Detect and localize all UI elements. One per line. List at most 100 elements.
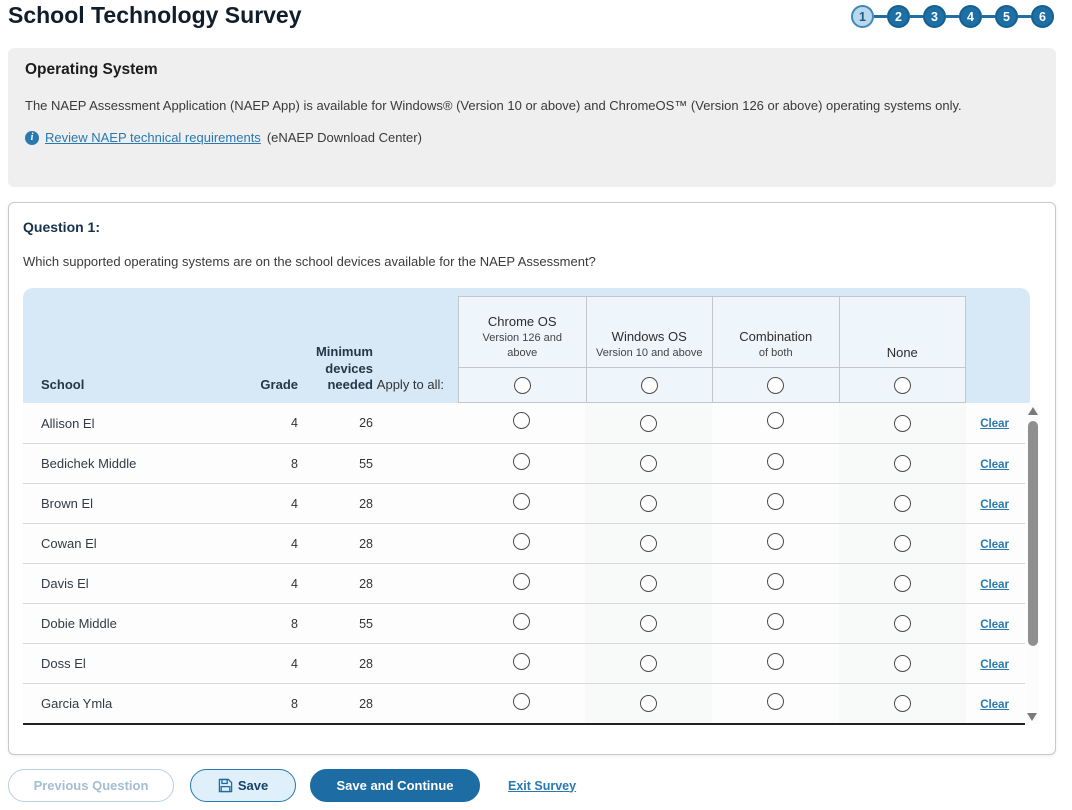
scrollbar-up-arrow-icon[interactable] — [1028, 407, 1038, 415]
row-radio-option-1[interactable] — [513, 693, 530, 710]
apply-to-all-label: Apply to all: — [373, 377, 444, 393]
row-radio-option-2[interactable] — [640, 535, 657, 552]
operating-system-panel: Operating System The NAEP Assessment App… — [8, 48, 1056, 187]
grade-cell: 8 — [238, 697, 298, 711]
scrollbar-down-arrow-icon[interactable] — [1027, 713, 1037, 721]
scrollbar-thumb[interactable] — [1028, 421, 1038, 646]
clear-link[interactable]: Clear — [980, 579, 1009, 591]
row-radio-option-4[interactable] — [894, 455, 911, 472]
clear-link[interactable]: Clear — [980, 619, 1009, 631]
step-circle-6[interactable]: 6 — [1031, 5, 1054, 28]
step-circle-4[interactable]: 4 — [959, 5, 982, 28]
row-radio-option-2[interactable] — [640, 655, 657, 672]
clear-cell: Clear — [966, 414, 1025, 432]
row-radio-option-2[interactable] — [640, 615, 657, 632]
clear-link[interactable]: Clear — [980, 539, 1009, 551]
step-connector — [946, 15, 959, 18]
page-title: School Technology Survey — [8, 2, 302, 29]
row-radio-option-4[interactable] — [894, 415, 911, 432]
row-radio-option-3[interactable] — [767, 453, 784, 470]
row-radio-option-3[interactable] — [767, 653, 784, 670]
step-circle-1[interactable]: 1 — [851, 5, 874, 28]
radio-cell — [458, 493, 585, 515]
clear-link[interactable]: Clear — [980, 459, 1009, 471]
clear-cell: Clear — [966, 575, 1025, 593]
step-circle-3[interactable]: 3 — [923, 5, 946, 28]
apply-to-all-radio-2[interactable] — [641, 377, 658, 394]
grade-cell: 4 — [238, 416, 298, 430]
clear-cell: Clear — [966, 535, 1025, 553]
option-title: Combination — [739, 329, 812, 344]
option-subtitle: Version 10 and above — [596, 346, 702, 361]
row-radio-option-4[interactable] — [894, 575, 911, 592]
apply-to-all-radio-3[interactable] — [767, 377, 784, 394]
table-row: Bedichek Middle855Clear — [23, 443, 1025, 483]
radio-cell — [458, 533, 585, 555]
step-connector — [982, 15, 995, 18]
row-radio-option-1[interactable] — [513, 453, 530, 470]
school-cell: Garcia Ymla — [23, 696, 238, 711]
clear-link[interactable]: Clear — [980, 699, 1009, 711]
apply-to-all-radio-4[interactable] — [894, 377, 911, 394]
row-radio-option-3[interactable] — [767, 693, 784, 710]
apply-to-all-radio-row — [840, 367, 966, 402]
row-radio-option-4[interactable] — [894, 495, 911, 512]
row-radio-option-1[interactable] — [513, 533, 530, 550]
radio-cell — [839, 684, 966, 723]
step-circle-2[interactable]: 2 — [887, 5, 910, 28]
previous-question-button[interactable]: Previous Question — [8, 769, 174, 802]
radio-cell — [585, 524, 712, 563]
step-connector — [910, 15, 923, 18]
question-panel: Question 1: Which supported operating sy… — [8, 202, 1056, 755]
column-header-devices: Minimum devices needed — [298, 344, 373, 393]
row-radio-option-2[interactable] — [640, 495, 657, 512]
devices-cell: 28 — [298, 497, 373, 511]
table-rows: Allison El426ClearBedichek Middle855Clea… — [23, 403, 1025, 725]
radio-cell — [585, 564, 712, 603]
school-cell: Allison El — [23, 416, 238, 431]
row-radio-option-2[interactable] — [640, 415, 657, 432]
save-disk-icon — [218, 778, 233, 793]
option-column-4: None — [839, 297, 966, 402]
row-radio-option-3[interactable] — [767, 493, 784, 510]
row-radio-option-4[interactable] — [894, 615, 911, 632]
row-radio-option-4[interactable] — [894, 695, 911, 712]
row-radio-option-1[interactable] — [513, 653, 530, 670]
row-radio-option-3[interactable] — [767, 412, 784, 429]
school-table: School Grade Minimum devices needed Appl… — [23, 288, 1039, 725]
school-cell: Brown El — [23, 496, 238, 511]
table-row: Allison El426Clear — [23, 403, 1025, 443]
save-and-continue-button[interactable]: Save and Continue — [310, 769, 480, 802]
table-row: Brown El428Clear — [23, 483, 1025, 523]
row-radio-option-1[interactable] — [513, 573, 530, 590]
row-radio-option-1[interactable] — [513, 412, 530, 429]
vertical-scrollbar[interactable] — [1026, 404, 1039, 724]
step-circle-5[interactable]: 5 — [995, 5, 1018, 28]
devices-cell: 28 — [298, 697, 373, 711]
row-radio-option-1[interactable] — [513, 613, 530, 630]
row-radio-option-1[interactable] — [513, 493, 530, 510]
column-header-school: School — [23, 377, 238, 393]
option-column-1: Chrome OSVersion 126 and above — [459, 297, 586, 402]
school-cell: Dobie Middle — [23, 616, 238, 631]
clear-link[interactable]: Clear — [980, 659, 1009, 671]
clear-link[interactable]: Clear — [980, 499, 1009, 511]
question-label: Question 1: — [23, 219, 1041, 235]
row-radio-option-3[interactable] — [767, 573, 784, 590]
row-radio-option-3[interactable] — [767, 613, 784, 630]
row-radio-option-3[interactable] — [767, 533, 784, 550]
row-radio-option-2[interactable] — [640, 695, 657, 712]
save-button[interactable]: Save — [190, 769, 296, 802]
clear-cell: Clear — [966, 695, 1025, 713]
review-requirements-link[interactable]: Review NAEP technical requirements — [45, 130, 261, 145]
row-radio-option-4[interactable] — [894, 655, 911, 672]
exit-survey-link[interactable]: Exit Survey — [508, 779, 576, 793]
row-radio-option-2[interactable] — [640, 455, 657, 472]
clear-link[interactable]: Clear — [980, 418, 1009, 430]
grade-cell: 4 — [238, 657, 298, 671]
apply-to-all-radio-1[interactable] — [514, 377, 531, 394]
apply-to-all-radio-row — [587, 367, 713, 402]
radio-cell — [712, 693, 839, 715]
row-radio-option-4[interactable] — [894, 535, 911, 552]
row-radio-option-2[interactable] — [640, 575, 657, 592]
